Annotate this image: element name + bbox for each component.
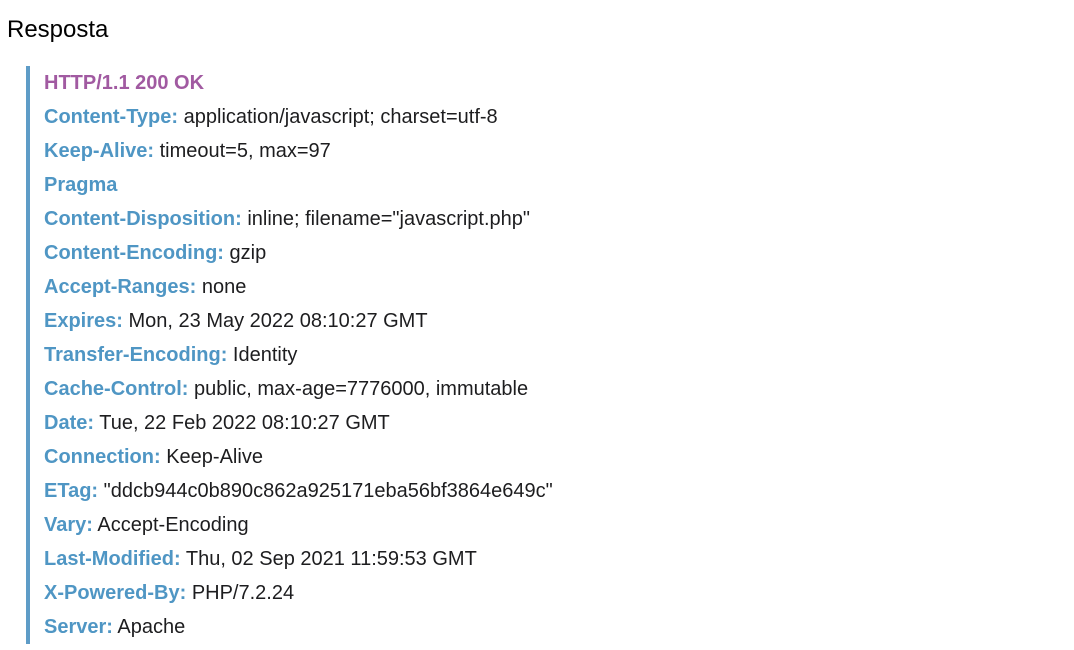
header-line: X-Powered-By: PHP/7.2.24 — [44, 576, 1026, 610]
header-line: Cache-Control: public, max-age=7776000, … — [44, 372, 1026, 406]
header-line: Content-Encoding: gzip — [44, 236, 1026, 270]
header-value: Mon, 23 May 2022 08:10:27 GMT — [128, 310, 428, 332]
header-name: Connection: — [44, 446, 161, 468]
header-name: ETag: — [44, 480, 99, 502]
header-value: gzip — [229, 242, 267, 264]
header-line: Pragma — [44, 168, 1026, 202]
header-value: Thu, 02 Sep 2021 11:59:53 GMT — [185, 548, 477, 570]
header-name: Pragma — [44, 174, 118, 196]
header-name: Vary: — [44, 514, 93, 536]
header-line: Server: Apache — [44, 610, 1026, 644]
header-line: ETag: "ddcb944c0b890c862a925171eba56bf38… — [44, 474, 1026, 508]
response-block: HTTP/1.1 200 OK Content-Type: applicatio… — [26, 66, 1026, 644]
header-line: Content-Type: application/javascript; ch… — [44, 100, 1026, 134]
header-value: inline; filename="javascript.php" — [247, 208, 530, 230]
header-name: Server: — [44, 616, 113, 638]
header-value: timeout=5, max=97 — [159, 140, 331, 162]
header-name: Transfer-Encoding: — [44, 344, 228, 366]
header-name: Cache-Control: — [44, 378, 189, 400]
header-name: Content-Disposition: — [44, 208, 242, 230]
header-line: Content-Disposition: inline; filename="j… — [44, 202, 1026, 236]
header-value: Keep-Alive — [166, 446, 263, 468]
header-line: Transfer-Encoding: Identity — [44, 338, 1026, 372]
header-line: Keep-Alive: timeout=5, max=97 — [44, 134, 1026, 168]
header-name: X-Powered-By: — [44, 582, 187, 604]
header-value: Apache — [117, 616, 186, 638]
header-name: Expires: — [44, 310, 123, 332]
section-title: Resposta — [7, 16, 109, 43]
header-name: Keep-Alive: — [44, 140, 155, 162]
header-name: Last-Modified: — [44, 548, 181, 570]
header-name: Content-Encoding: — [44, 242, 224, 264]
header-value: none — [201, 276, 247, 298]
status-line: HTTP/1.1 200 OK — [44, 72, 205, 94]
header-name: Content-Type: — [44, 106, 179, 128]
header-line: Accept-Ranges: none — [44, 270, 1026, 304]
header-name: Accept-Ranges: — [44, 276, 197, 298]
header-value: Identity — [232, 344, 298, 366]
header-name: Date: — [44, 412, 95, 434]
header-line: Vary: Accept-Encoding — [44, 508, 1026, 542]
header-value: Tue, 22 Feb 2022 08:10:27 GMT — [99, 412, 390, 434]
header-value: public, max-age=7776000, immutable — [194, 378, 529, 400]
header-value: PHP/7.2.24 — [191, 582, 295, 604]
header-value: Accept-Encoding — [97, 514, 249, 536]
header-line: Last-Modified: Thu, 02 Sep 2021 11:59:53… — [44, 542, 1026, 576]
header-line: Connection: Keep-Alive — [44, 440, 1026, 474]
header-line: Expires: Mon, 23 May 2022 08:10:27 GMT — [44, 304, 1026, 338]
header-value: "ddcb944c0b890c862a925171eba56bf3864e649… — [103, 480, 553, 502]
header-line: Date: Tue, 22 Feb 2022 08:10:27 GMT — [44, 406, 1026, 440]
header-value: application/javascript; charset=utf-8 — [183, 106, 498, 128]
